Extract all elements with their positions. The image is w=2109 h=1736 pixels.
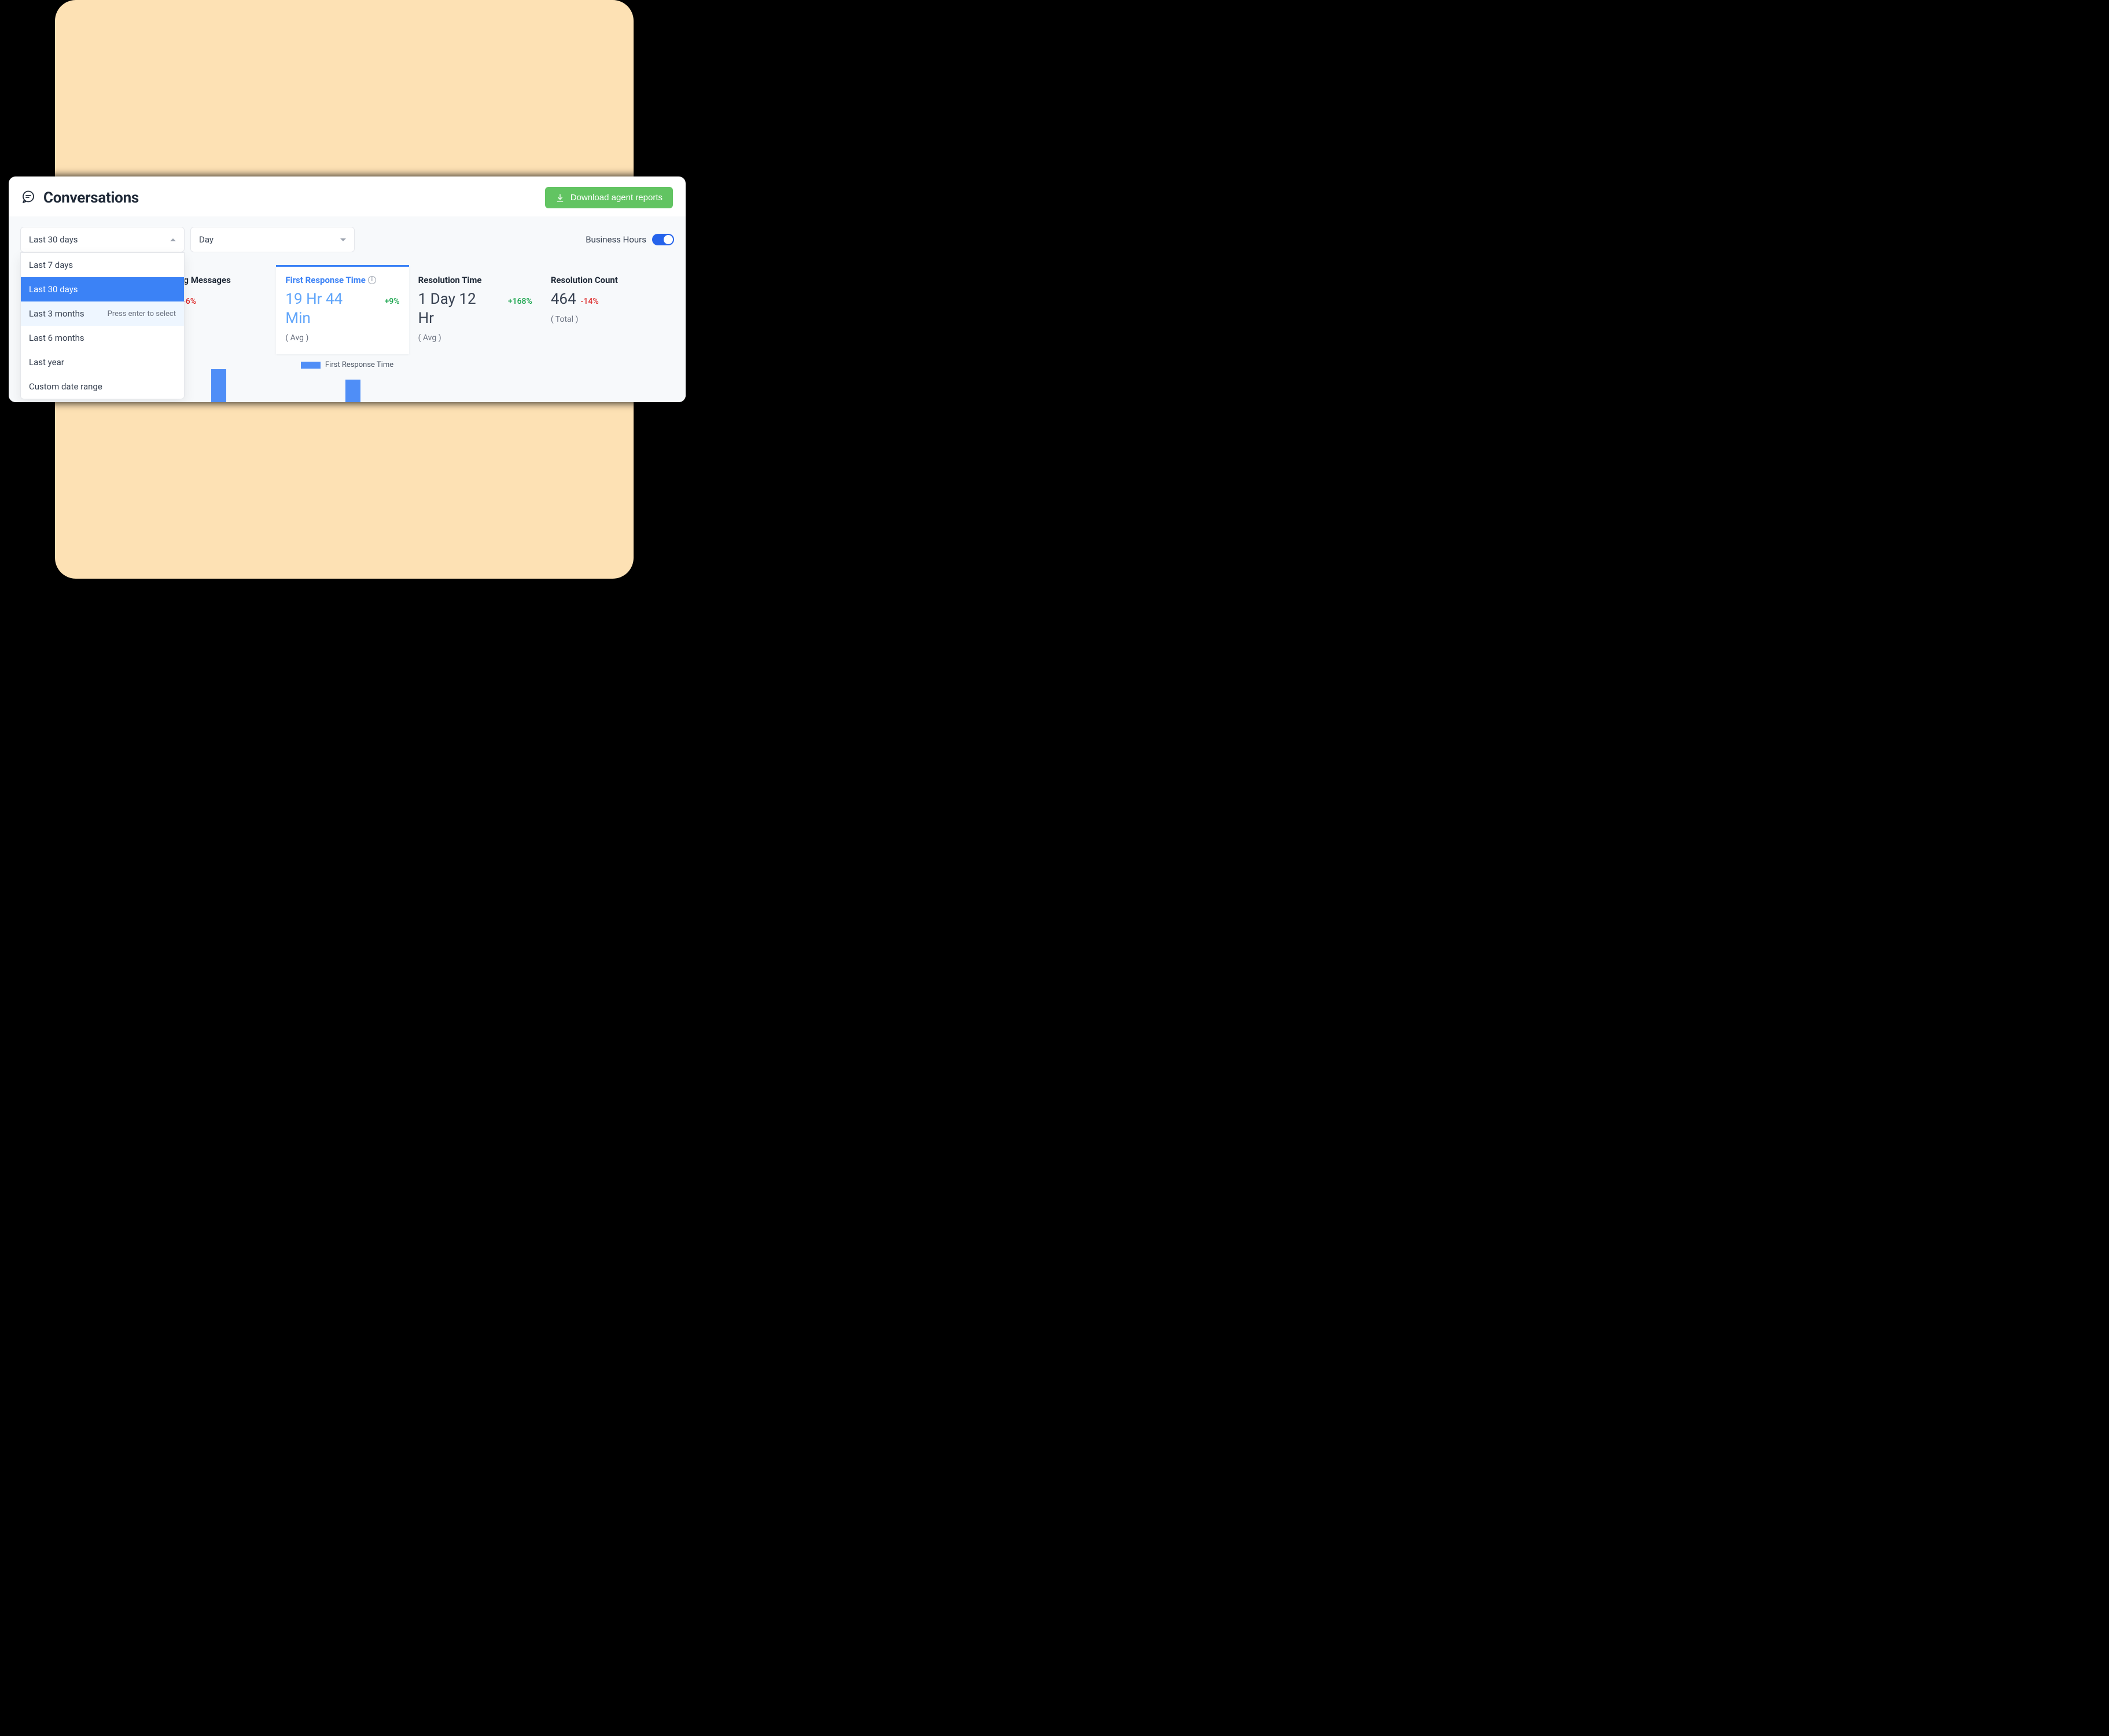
period-option-label: Custom date range — [29, 381, 102, 392]
metric-delta: -6% — [183, 297, 196, 306]
report-panel: Conversations Download agent reports Las… — [9, 176, 686, 402]
period-option-label: Last 7 days — [29, 260, 73, 270]
chevron-up-icon — [170, 238, 176, 241]
period-option[interactable]: Custom date range — [21, 374, 184, 399]
metric-value: 464 — [551, 290, 576, 309]
download-button-label: Download agent reports — [571, 193, 662, 203]
metric-value: 19 Hr 44 Min — [285, 290, 349, 328]
period-option[interactable]: Last year — [21, 350, 184, 374]
metric-card-resolution-count[interactable]: Resolution Count 464 -14% ( Total ) — [542, 265, 674, 354]
metric-delta: +9% — [385, 297, 400, 306]
metric-subtext: ( Avg ) — [285, 333, 399, 343]
period-option-hint: Press enter to select — [108, 310, 176, 318]
title-group: Conversations — [21, 189, 139, 207]
metric-card-first-response[interactable]: First Response Time i 19 Hr 44 Min +9% (… — [276, 265, 408, 354]
filters-row: Last 30 days Day Business Hours — [20, 227, 674, 252]
business-hours-control: Business Hours — [586, 234, 674, 245]
chart-bar — [345, 380, 360, 402]
toggle-knob — [664, 235, 673, 244]
period-dropdown: Last 7 days Last 30 days Last 3 months P… — [20, 252, 185, 399]
period-select-value: Last 30 days — [29, 234, 78, 245]
period-option[interactable]: Last 30 days — [21, 277, 184, 301]
metric-subtext: ( Avg ) — [418, 333, 532, 343]
period-option-label: Last 30 days — [29, 284, 78, 295]
download-icon — [555, 193, 565, 203]
metric-subtext: ( Total ) — [551, 315, 665, 324]
period-option-label: Last 6 months — [29, 333, 84, 343]
metric-delta: +168% — [508, 297, 532, 306]
metric-delta: -14% — [581, 297, 599, 306]
metric-title: First Response Time — [285, 275, 365, 285]
metric-title: Resolution Count — [551, 275, 618, 285]
metric-value: 1 Day 12 Hr — [418, 290, 482, 328]
info-icon[interactable]: i — [368, 276, 376, 284]
period-option-label: Last 3 months — [29, 308, 84, 319]
period-option-label: Last year — [29, 357, 64, 367]
groupby-select[interactable]: Day — [190, 227, 355, 252]
metric-title: Resolution Time — [418, 275, 482, 285]
business-hours-label: Business Hours — [586, 234, 646, 245]
metric-card-resolution-time[interactable]: Resolution Time 1 Day 12 Hr +168% ( Avg … — [409, 265, 542, 354]
chevron-down-icon — [340, 238, 346, 241]
groupby-select-value: Day — [199, 234, 214, 245]
page-title: Conversations — [43, 189, 139, 207]
period-select[interactable]: Last 30 days — [20, 227, 185, 252]
content-area: Last 30 days Day Business Hours Last 7 d… — [9, 216, 686, 402]
period-option[interactable]: Last 7 days — [21, 253, 184, 277]
panel-header: Conversations Download agent reports — [9, 176, 686, 216]
period-option[interactable]: Last 3 months Press enter to select — [21, 301, 184, 326]
legend-swatch — [301, 362, 321, 369]
chart-bar — [211, 369, 226, 402]
download-agent-reports-button[interactable]: Download agent reports — [545, 187, 673, 208]
business-hours-toggle[interactable] — [652, 234, 674, 245]
period-option[interactable]: Last 6 months — [21, 326, 184, 350]
legend-label: First Response Time — [325, 361, 393, 369]
chat-icon — [21, 190, 35, 206]
